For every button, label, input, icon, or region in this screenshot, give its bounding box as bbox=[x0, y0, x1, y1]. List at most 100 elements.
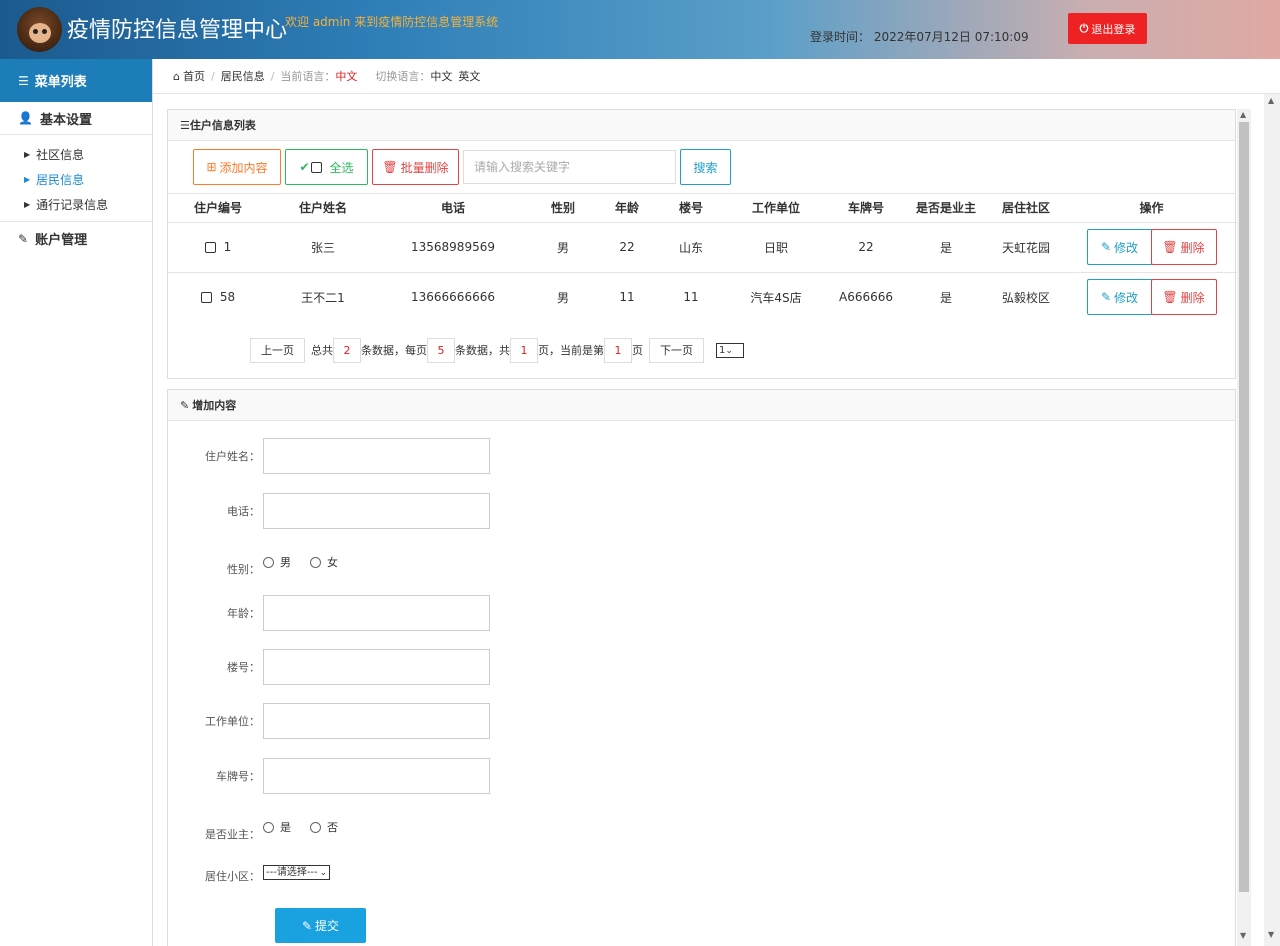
select-all-button[interactable]: ✔ 全选 bbox=[285, 149, 368, 185]
community-select[interactable]: ---请选择--- ⌄ bbox=[263, 864, 331, 880]
caret-right-icon: ▶ bbox=[24, 150, 31, 159]
batch-delete-button[interactable]: 🗑 批量删除 bbox=[372, 149, 459, 185]
sidebar-group-basic-settings[interactable]: 👤 基本设置 bbox=[0, 102, 152, 135]
owner-label: 是否业主： bbox=[205, 828, 260, 841]
cell-phone: 13568989569 bbox=[378, 222, 528, 273]
edit-button[interactable]: ✎ 修改 bbox=[1086, 229, 1153, 265]
sidebar-item-access-records[interactable]: ▶ 通行记录信息 bbox=[0, 192, 152, 217]
resident-name-field[interactable] bbox=[263, 438, 490, 474]
form-row-age: 年龄： bbox=[168, 595, 490, 631]
column-header: 工作单位 bbox=[726, 194, 826, 223]
form-panel-header: ✎ 增加内容 bbox=[168, 390, 1235, 421]
row-checkbox[interactable] bbox=[204, 242, 216, 253]
sidebar-menu-header: ☰ 菜单列表 bbox=[0, 59, 152, 102]
cell-gender: 男 bbox=[528, 222, 598, 273]
edit-button[interactable]: ✎ 修改 bbox=[1086, 279, 1153, 316]
search-button[interactable]: 搜索 bbox=[680, 149, 731, 185]
add-content-label: 添加内容 bbox=[219, 160, 268, 175]
check-icon: ✔ bbox=[299, 160, 310, 174]
prev-page-button[interactable]: 上一页 bbox=[250, 337, 305, 363]
gender-male-radio[interactable]: 男 bbox=[263, 554, 291, 570]
edit-label: 修改 bbox=[1114, 240, 1139, 255]
power-icon: ⏻ bbox=[1079, 21, 1089, 35]
cell-gender: 男 bbox=[556, 290, 569, 305]
add-content-button[interactable]: ⊞ 添加内容 bbox=[193, 149, 281, 185]
pager-text: 条数据，共 bbox=[455, 344, 510, 357]
edit-label: 修改 bbox=[1114, 290, 1139, 305]
phone-label: 电话： bbox=[227, 505, 260, 518]
sidebar-group-account[interactable]: ✎ 账户管理 bbox=[0, 222, 152, 255]
column-header: 年龄 bbox=[598, 194, 656, 223]
gender-label: 性别： bbox=[227, 563, 260, 576]
gender-female-radio[interactable]: 女 bbox=[310, 554, 338, 570]
search-input[interactable] bbox=[463, 150, 676, 184]
list-panel-header: ☰ 住户信息列表 bbox=[168, 110, 1235, 141]
page-count: 1 bbox=[510, 337, 538, 363]
work-unit-field[interactable] bbox=[263, 703, 490, 739]
home-icon: ⌂ bbox=[173, 69, 180, 83]
panel-scrollbar[interactable]: ▲ ▼ bbox=[1237, 109, 1251, 946]
pager-text: 条数据，每页 bbox=[361, 344, 427, 357]
breadcrumb-home[interactable]: 首页 bbox=[183, 68, 205, 84]
radio-label: 男 bbox=[280, 556, 291, 569]
page-scrollbar[interactable]: ▲ ▼ bbox=[1264, 94, 1280, 946]
age-field[interactable] bbox=[263, 595, 490, 631]
work-label: 工作单位： bbox=[205, 715, 260, 728]
switch-label: 切换语言： bbox=[375, 70, 431, 83]
caret-right-icon: ▶ bbox=[24, 200, 31, 209]
cell-owner: 是 bbox=[906, 222, 986, 273]
submit-button[interactable]: ✎ 提交 bbox=[275, 908, 366, 943]
add-content-panel: ✎ 增加内容 住户姓名： 电话： 性别： 男 女 年龄： 楼号： 工作单位： 车… bbox=[167, 389, 1236, 946]
delete-button[interactable]: 🗑 删除 bbox=[1150, 229, 1217, 265]
group-label: 基本设置 bbox=[39, 112, 92, 128]
cell-id: 1 bbox=[223, 240, 232, 254]
plus-square-icon: ⊞ bbox=[206, 160, 217, 174]
switch-en-link[interactable]: 英文 bbox=[458, 68, 480, 84]
row-checkbox[interactable] bbox=[200, 292, 212, 304]
scroll-up-icon[interactable]: ▲ bbox=[1240, 110, 1246, 119]
cell-plate: A666666 bbox=[838, 290, 894, 305]
cell-name: 王不二1 bbox=[301, 290, 345, 305]
form-row-plate: 车牌号： bbox=[168, 758, 490, 794]
pagination: 上一页 总共 2 条数据，每页 5 条数据，共 1 页，当前是第 1 页 下一页… bbox=[168, 322, 1235, 378]
checkbox-icon bbox=[310, 161, 322, 173]
resident-list-panel: ☰ 住户信息列表 ⊞ 添加内容 ✔ 全选 🗑 批量删除 搜索 住户编号 住户姓名 bbox=[167, 109, 1237, 379]
current-page: 1 bbox=[604, 337, 632, 363]
list-icon: ☰ bbox=[180, 118, 190, 132]
cell-owner: 是 bbox=[939, 290, 952, 305]
next-page-button[interactable]: 下一页 bbox=[649, 337, 704, 363]
scrollbar-thumb[interactable] bbox=[1239, 122, 1249, 892]
logout-button[interactable]: ⏻ 退出登录 bbox=[1068, 13, 1147, 44]
menu-title: 菜单列表 bbox=[34, 75, 87, 90]
edit-icon: ✎ bbox=[1100, 290, 1112, 305]
batch-delete-label: 批量删除 bbox=[400, 160, 449, 175]
delete-button[interactable]: 🗑 删除 bbox=[1150, 279, 1217, 316]
table-row: 1 张三 13568989569 男 22 山东 日职 22 是 天虹花园 ✎ 修… bbox=[168, 222, 1237, 273]
logout-label: 退出登录 bbox=[1091, 22, 1136, 36]
pager-text: 总共 bbox=[311, 344, 333, 357]
switch-zh-link[interactable]: 中文 bbox=[430, 68, 452, 84]
scroll-up-icon[interactable]: ▲ bbox=[1268, 96, 1274, 105]
age-label: 年龄： bbox=[227, 607, 260, 620]
building-field[interactable] bbox=[263, 649, 490, 685]
caret-right-icon: ▶ bbox=[24, 175, 31, 184]
edit-icon: ✎ bbox=[1100, 240, 1112, 254]
sidebar-item-community[interactable]: ▶ 社区信息 bbox=[0, 142, 152, 167]
owner-no-radio[interactable]: 否 bbox=[310, 819, 338, 835]
scroll-down-icon[interactable]: ▼ bbox=[1268, 930, 1274, 939]
form-row-phone: 电话： bbox=[168, 493, 490, 529]
plate-field[interactable] bbox=[263, 758, 490, 794]
breadcrumb-current: 居民信息 bbox=[220, 70, 265, 83]
welcome-text: 欢迎 admin 来到疫情防控信息管理系统 bbox=[285, 15, 499, 29]
owner-yes-radio[interactable]: 是 bbox=[263, 819, 291, 835]
group-label: 账户管理 bbox=[35, 233, 88, 248]
edit-icon: ✎ bbox=[180, 398, 190, 412]
column-header: 楼号 bbox=[656, 194, 726, 223]
form-row-community: 居住小区： ---请选择--- ⌄ bbox=[168, 860, 331, 884]
sidebar: ☰ 菜单列表 👤 基本设置 ▶ 社区信息 ▶ 居民信息 ▶ 通行记录信息 ✎ 账… bbox=[0, 59, 153, 946]
cell-phone: 13666666666 bbox=[411, 290, 495, 305]
phone-field[interactable] bbox=[263, 493, 490, 529]
sidebar-item-residents[interactable]: ▶ 居民信息 bbox=[0, 167, 152, 192]
page-select[interactable]: 1⌄ bbox=[716, 342, 744, 358]
scroll-down-icon[interactable]: ▼ bbox=[1240, 931, 1246, 940]
